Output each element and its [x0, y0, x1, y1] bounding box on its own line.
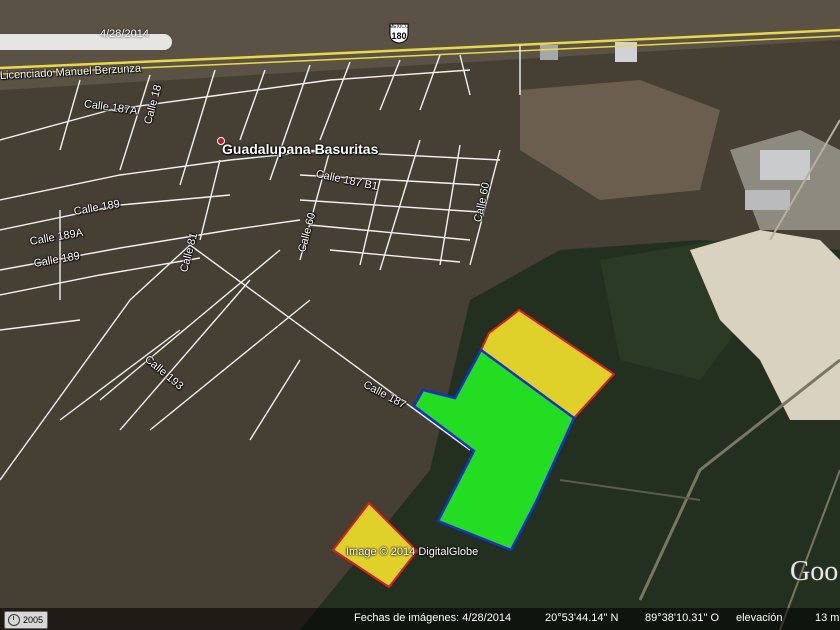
status-bar: Fechas de imágenes: 4/28/2014 20°53'44.1…	[0, 608, 840, 630]
latitude: 20°53'44.14" N	[545, 612, 619, 624]
highway-shield: MEXICO 180	[388, 22, 410, 44]
imagery-copyright: Image © 2014 DigitalGlobe	[346, 546, 479, 558]
imagery-dates: Fechas de imágenes: 4/28/2014	[354, 612, 512, 624]
longitude: 89°38'10.31" O	[645, 612, 720, 624]
clock-icon	[8, 614, 20, 626]
elevation-label: elevación	[736, 612, 783, 624]
satellite-map[interactable]: 4/28/2014 MEXICO 180 Guadalupana Basurit…	[0, 0, 840, 630]
highway-shield-tag: MEXICO	[389, 24, 409, 30]
google-logo: Goo	[790, 556, 839, 587]
highway-number: 180	[391, 31, 407, 41]
imagery-date-top: 4/28/2014	[100, 28, 149, 40]
elevation-value: 13 m	[815, 612, 840, 624]
historical-imagery-button[interactable]: 2005	[4, 611, 49, 629]
map-imagery	[0, 0, 840, 630]
place-label[interactable]: Guadalupana Basuritas	[222, 141, 378, 157]
historical-year: 2005	[23, 615, 44, 625]
